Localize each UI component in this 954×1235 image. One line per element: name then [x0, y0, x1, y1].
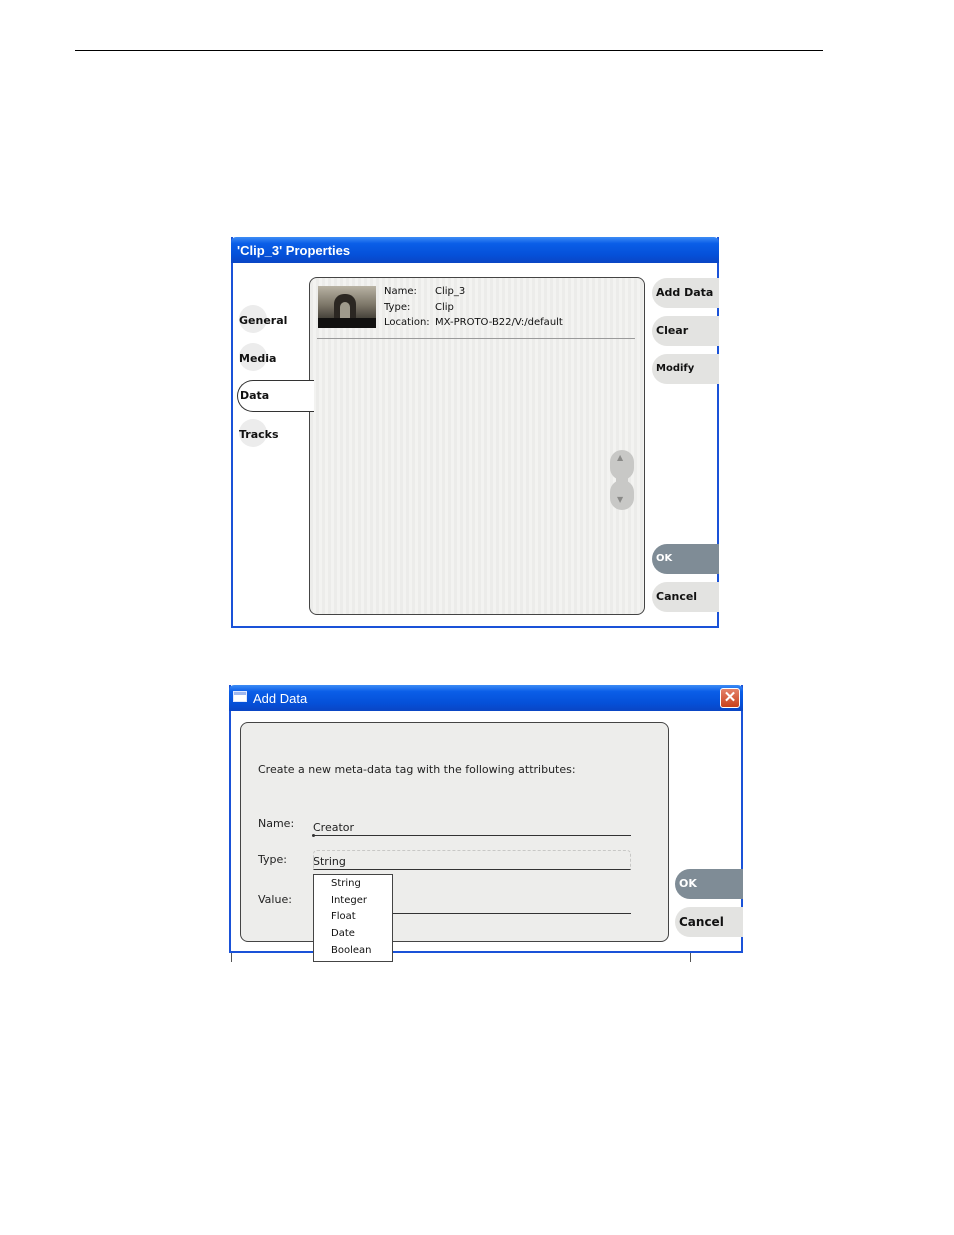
clip-type-value: Clip [435, 302, 454, 313]
type-select[interactable]: String [313, 850, 631, 870]
type-option-float[interactable]: Float [331, 911, 356, 922]
type-option-integer[interactable]: Integer [331, 895, 367, 906]
clear-button[interactable]: Clear [652, 316, 719, 346]
clip-location-value: MX-PROTO-B22/V:/default [435, 317, 563, 328]
clip-properties-window: 'Clip_3' Properties General Media Tracks… [231, 237, 719, 628]
add-data-dialog: Add Data ✕ Create a new meta-data tag wi… [229, 685, 743, 953]
window-edge-marker [231, 953, 232, 962]
window-icon [233, 691, 247, 702]
type-dropdown-list[interactable]: String Integer Float Date Boolean [313, 874, 393, 962]
dialog-cancel-button[interactable]: Cancel [675, 907, 743, 937]
ok-button[interactable]: OK [652, 544, 719, 574]
add-data-title: Add Data [253, 691, 308, 706]
add-data-form-panel: Create a new meta-data tag with the foll… [240, 722, 669, 942]
dialog-ok-button[interactable]: OK [675, 869, 743, 899]
value-label: Value: [258, 893, 292, 906]
chevron-up-icon: ▲ [617, 453, 624, 462]
modify-button[interactable]: Modify [652, 354, 719, 384]
close-icon[interactable]: ✕ [720, 688, 740, 708]
type-select-value: String [313, 855, 346, 868]
window-edge-marker [690, 953, 691, 962]
name-label: Name: [258, 817, 295, 830]
clip-thumbnail [318, 286, 376, 328]
type-option-boolean[interactable]: Boolean [331, 945, 372, 956]
type-option-date[interactable]: Date [331, 928, 355, 939]
page-header-rule [75, 50, 823, 51]
name-field-value: Creator [313, 821, 355, 834]
properties-tab-list: General Media Tracks [233, 237, 313, 626]
add-data-title-bar[interactable]: Add Data ✕ [229, 685, 743, 711]
tab-general[interactable]: General [239, 305, 287, 333]
cancel-button[interactable]: Cancel [652, 582, 719, 612]
tab-media[interactable]: Media [239, 343, 276, 371]
name-field[interactable]: Creator [312, 815, 631, 837]
data-panel: Name: Clip_3 Type: Clip Location: MX-PRO… [309, 277, 645, 615]
tab-tracks[interactable]: Tracks [239, 419, 279, 447]
type-label: Type: [258, 853, 287, 866]
info-divider [317, 338, 635, 339]
chevron-down-icon: ▼ [617, 495, 624, 504]
clip-name-value: Clip_3 [435, 286, 466, 297]
add-data-button[interactable]: Add Data [652, 278, 719, 308]
data-list-scrollbar[interactable]: ▲ ▼ [610, 450, 634, 510]
type-option-string[interactable]: String [331, 878, 361, 889]
add-data-prompt: Create a new meta-data tag with the foll… [258, 763, 576, 776]
